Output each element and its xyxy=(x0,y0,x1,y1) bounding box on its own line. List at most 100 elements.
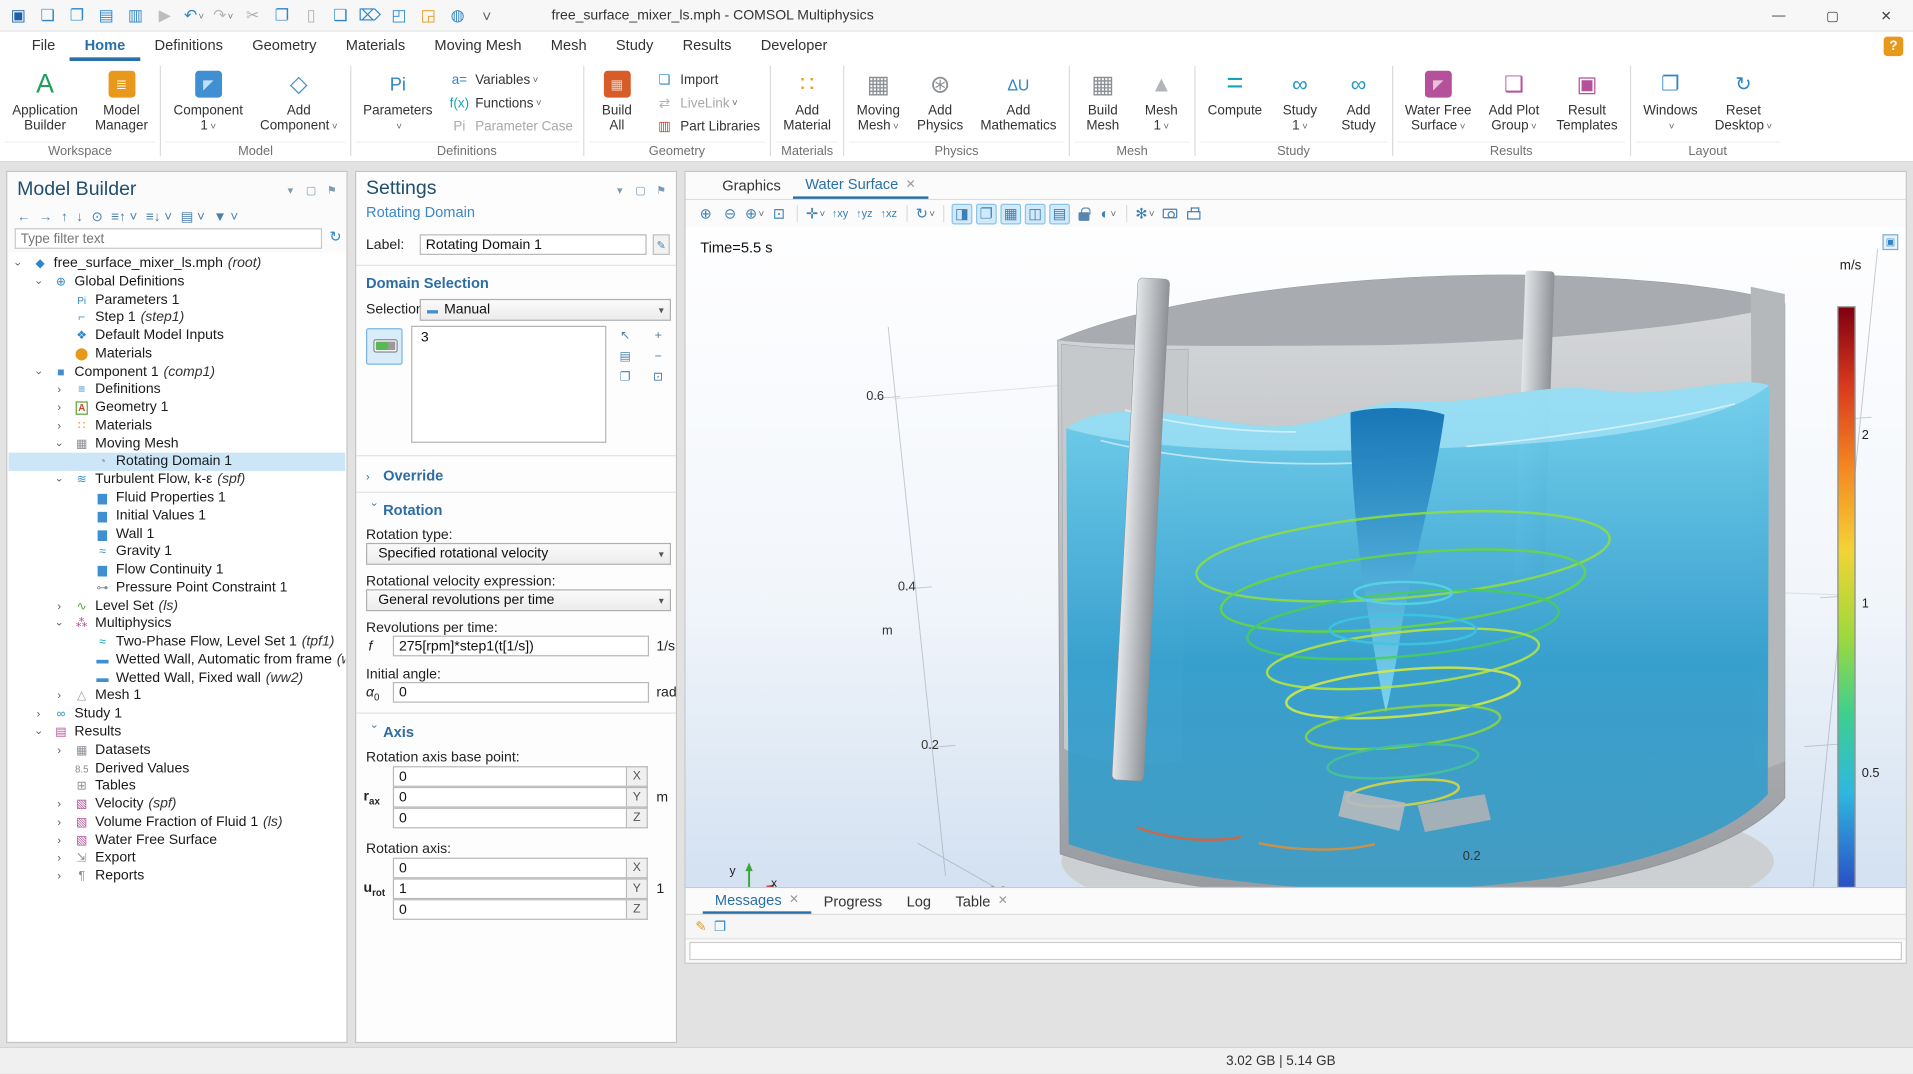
panel-pin-icon[interactable]: ⚑ xyxy=(654,184,669,197)
close-button[interactable]: ✕ xyxy=(1859,0,1913,32)
help-button[interactable]: ? xyxy=(1884,37,1904,57)
variables-menu[interactable]: a=Variables˅ xyxy=(447,70,573,90)
collapse-icon[interactable]: › xyxy=(29,370,47,374)
rve-dropdown[interactable]: General revolutions per time▾ xyxy=(366,589,671,611)
menu-tab-file[interactable]: File xyxy=(17,32,70,61)
filter-icon[interactable]: ▼ ˅ xyxy=(213,209,238,224)
tree-item[interactable]: ›⁂Multiphysics xyxy=(9,615,346,633)
clear-log-icon[interactable]: ✎ xyxy=(695,919,706,935)
parameters-button[interactable]: PiParameters˅ xyxy=(356,65,440,142)
paste-selection-icon[interactable]: ▤ xyxy=(616,349,634,366)
refresh-icon[interactable]: ↻ xyxy=(329,228,341,245)
expand-icon[interactable]: › xyxy=(57,417,61,435)
expand-icon[interactable]: › xyxy=(57,741,61,759)
messages-tab-messages[interactable]: Messages✕ xyxy=(703,888,812,914)
axis-rows-value-y[interactable] xyxy=(393,878,627,899)
tree-item[interactable]: ⊞Tables xyxy=(9,778,346,796)
collapse-icon[interactable]: › xyxy=(50,623,68,627)
tree-item[interactable]: ›▤Results xyxy=(9,723,346,741)
zoom-in-icon[interactable]: ⊕ xyxy=(695,203,716,224)
collapse-all-icon[interactable]: ≡↑ ˅ xyxy=(111,209,137,224)
clear-region-icon[interactable]: ◲ xyxy=(415,2,442,29)
panel-menu-icon[interactable]: ▾ xyxy=(612,184,627,197)
copy-log-icon[interactable]: ❐ xyxy=(714,919,726,935)
tree-item[interactable]: ›∷Materials xyxy=(9,417,346,435)
expand-icon[interactable]: › xyxy=(37,705,41,723)
windows-button[interactable]: ❐Windows˅ xyxy=(1636,65,1705,142)
panel-menu-icon[interactable]: ▾ xyxy=(283,184,298,197)
transparency-icon[interactable]: ❐ xyxy=(976,203,997,224)
rename-label-icon[interactable]: ✎ xyxy=(653,234,670,255)
zoom-out-icon[interactable]: ⊖ xyxy=(720,203,741,224)
selection-list-item[interactable]: 3 xyxy=(421,331,597,346)
move-down-icon[interactable]: ↓ xyxy=(76,209,83,224)
panel-pin-icon[interactable]: ⚑ xyxy=(325,184,340,197)
collapse-icon[interactable]: › xyxy=(9,262,27,266)
close-tab-icon[interactable]: ✕ xyxy=(998,894,1008,907)
add-plot-group-button[interactable]: ❑Add PlotGroup˅ xyxy=(1481,65,1546,142)
activate-selection-icon[interactable]: ↖ xyxy=(616,328,634,345)
cut-icon[interactable]: ✂ xyxy=(239,2,266,29)
tree-item[interactable]: ≈Two-Phase Flow, Level Set 1(tpf1) xyxy=(9,633,346,651)
mesh-1-button[interactable]: ▲Mesh1˅ xyxy=(1133,65,1189,142)
tree-item[interactable]: ≈Gravity 1 xyxy=(9,543,346,561)
menu-tab-study[interactable]: Study xyxy=(601,32,668,61)
close-tab-icon[interactable]: ✕ xyxy=(906,178,916,191)
scene-light-icon[interactable]: ◨ xyxy=(952,203,973,224)
tree-item[interactable]: ›◆free_surface_mixer_ls.mph(root) xyxy=(9,255,346,273)
import-menu[interactable]: ❏Import xyxy=(652,70,760,90)
show-icon[interactable]: ⊙ xyxy=(92,209,103,225)
expand-all-icon[interactable]: ≡↓ ˅ xyxy=(146,209,172,224)
model-tree-node-icon[interactable]: ▤ ˅ xyxy=(181,209,205,225)
select-region-icon[interactable]: ◰ xyxy=(386,2,413,29)
model-manager-button[interactable]: ≣ModelManager xyxy=(88,65,156,142)
tree-item[interactable]: ›∿Level Set(ls) xyxy=(9,597,346,615)
tree-item[interactable]: ›■Component 1(comp1) xyxy=(9,363,346,381)
base-rows-value-z[interactable] xyxy=(393,808,627,829)
base-rows-value-y[interactable] xyxy=(393,787,627,808)
expand-icon[interactable]: › xyxy=(57,597,61,615)
image-snapshot-icon[interactable] xyxy=(1159,203,1180,224)
expand-icon[interactable]: › xyxy=(57,832,61,850)
view-xz-icon[interactable]: ↑xz xyxy=(878,203,899,224)
tree-item[interactable]: ›▦Moving Mesh xyxy=(9,435,346,453)
tree-item[interactable]: ›△Mesh 1 xyxy=(9,687,346,705)
print-icon[interactable] xyxy=(1183,203,1204,224)
moving-mesh-button[interactable]: ▦MovingMesh˅ xyxy=(849,65,907,142)
tree-item[interactable]: ▆Wall 1 xyxy=(9,525,346,543)
rotation-header[interactable]: ›Rotation xyxy=(366,499,442,521)
save-as-icon[interactable]: ▥ xyxy=(122,2,149,29)
tree-item[interactable]: ⬤Materials xyxy=(9,345,346,363)
result-templates-button[interactable]: ▣ResultTemplates xyxy=(1549,65,1625,142)
duplicate-icon[interactable]: ❑ xyxy=(327,2,354,29)
tree-item[interactable]: ◔Rotating Domain 1 xyxy=(9,453,346,471)
menu-tab-definitions[interactable]: Definitions xyxy=(140,32,238,61)
tree-item[interactable]: ›AGeometry 1 xyxy=(9,399,346,417)
run-icon[interactable]: ▶ xyxy=(151,2,178,29)
tree-item[interactable]: ▆Flow Continuity 1 xyxy=(9,561,346,579)
back-icon[interactable]: ← xyxy=(17,209,30,224)
messages-content[interactable] xyxy=(689,942,1902,960)
collapse-icon[interactable]: › xyxy=(29,731,47,735)
add-component-button[interactable]: ◇AddComponent˅ xyxy=(253,65,345,142)
override-header[interactable]: ›Override xyxy=(366,465,443,487)
close-tab-icon[interactable]: ✕ xyxy=(789,893,799,906)
menu-tab-home[interactable]: Home xyxy=(70,32,140,61)
graphics-tab-graphics[interactable]: Graphics xyxy=(710,172,793,199)
zoom-to-selection-icon[interactable]: ⊡ xyxy=(649,370,667,387)
add-physics-button[interactable]: ⊛AddPhysics xyxy=(910,65,971,142)
active-toggle-button[interactable] xyxy=(366,328,403,365)
water-free-surface-button[interactable]: ◤Water FreeSurface˅ xyxy=(1398,65,1479,142)
maximize-button[interactable]: ▢ xyxy=(1806,0,1860,32)
label-input[interactable] xyxy=(420,234,647,255)
menu-tab-geometry[interactable]: Geometry xyxy=(238,32,332,61)
tree-item[interactable]: ▬Wetted Wall, Automatic from frame(ww1) xyxy=(9,651,346,669)
search-icon[interactable]: ◍ xyxy=(444,2,471,29)
expand-icon[interactable]: › xyxy=(57,868,61,886)
paste-icon[interactable]: ▯ xyxy=(298,2,325,29)
expand-icon[interactable]: › xyxy=(57,796,61,814)
view-xy-icon[interactable]: ↑xy xyxy=(830,203,851,224)
zoom-box-icon[interactable]: ⊕˅ xyxy=(744,203,765,224)
collapse-icon[interactable]: › xyxy=(50,442,68,446)
tree-item[interactable]: ⊶Pressure Point Constraint 1 xyxy=(9,579,346,597)
